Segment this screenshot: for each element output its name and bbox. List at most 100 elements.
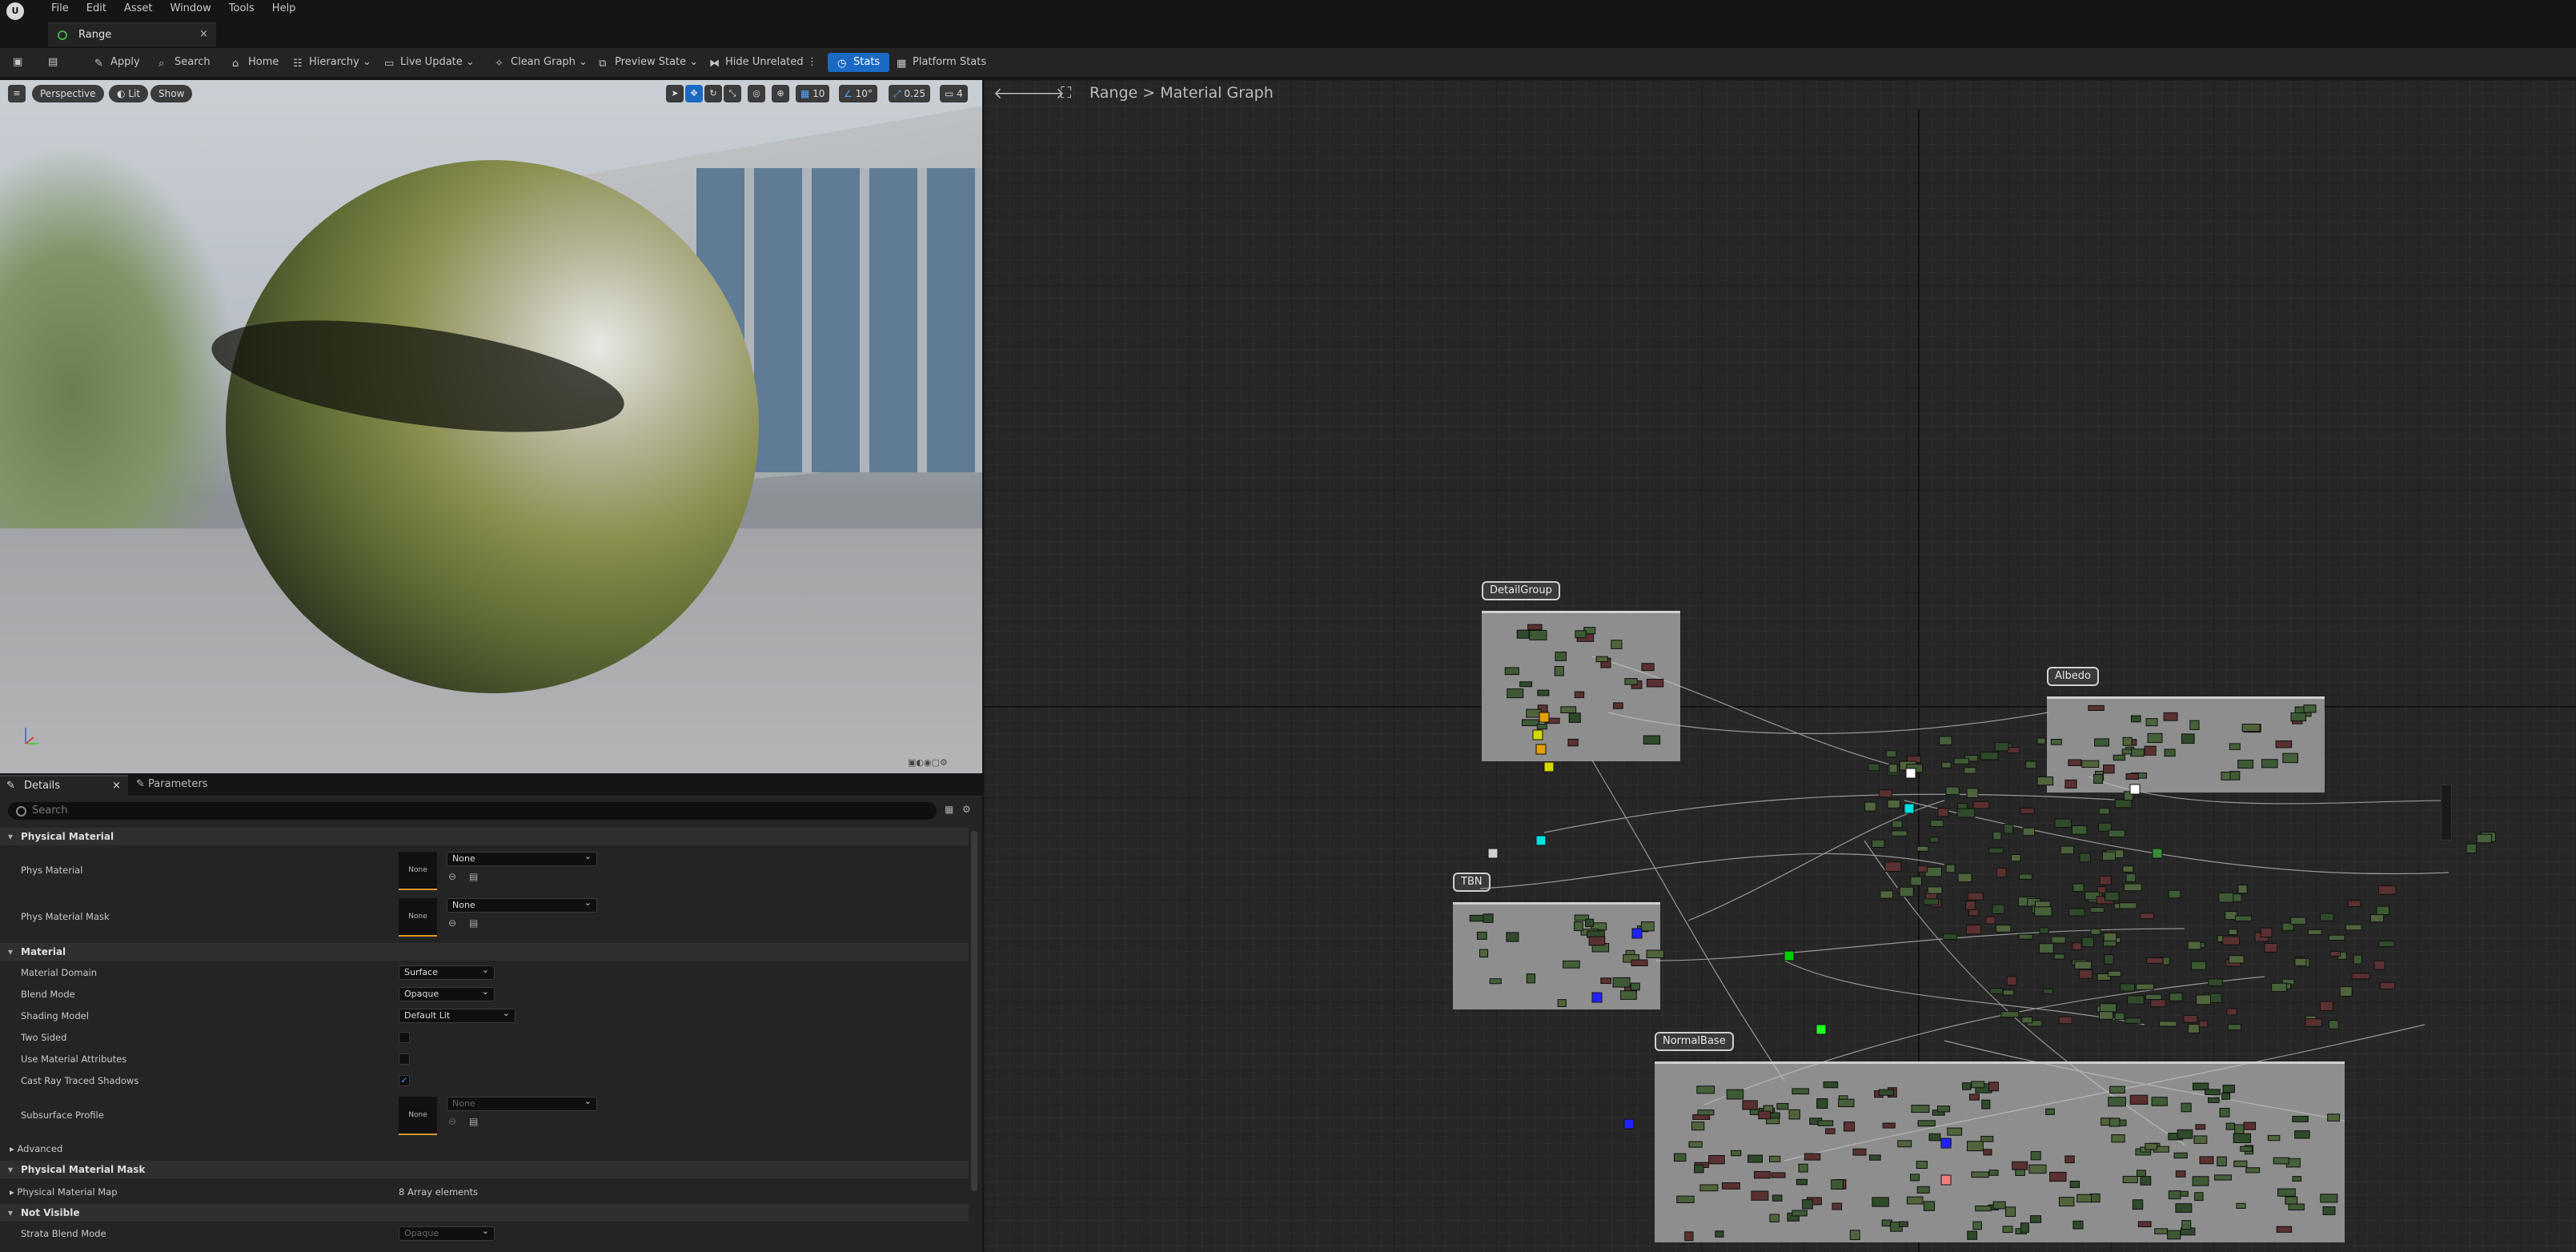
graph-node[interactable]: [1688, 1141, 1703, 1148]
graph-node[interactable]: [1721, 1182, 1740, 1190]
graph-node-accent[interactable]: [1591, 992, 1603, 1003]
graph-node[interactable]: [2320, 913, 2334, 921]
graph-node[interactable]: [2064, 779, 2077, 789]
graph-node[interactable]: [2111, 1134, 2125, 1143]
platform-stats-button[interactable]: ▦ Platform Stats: [897, 53, 986, 72]
material-graph-canvas[interactable]: 🡐 🡒 ⛶ Range > Material Graph DetailGroup…: [984, 80, 2576, 1252]
graph-node[interactable]: [1888, 764, 1898, 773]
graph-node[interactable]: [1758, 1110, 1772, 1120]
graph-node[interactable]: [2005, 1206, 2016, 1217]
home-button[interactable]: ⌂ Home: [232, 53, 279, 72]
graph-node-accent[interactable]: [1623, 1118, 1635, 1130]
graph-node[interactable]: [2098, 1011, 2113, 1020]
graph-node[interactable]: [1816, 1098, 1828, 1109]
graph-node[interactable]: [2181, 1102, 2192, 1113]
graph-node[interactable]: [2192, 1082, 2209, 1090]
graph-node[interactable]: [2194, 1192, 2204, 1202]
graph-node[interactable]: [1489, 978, 1502, 985]
graph-node[interactable]: [2163, 712, 2178, 721]
graph-node[interactable]: [1996, 925, 2012, 933]
graph-node[interactable]: [2039, 927, 2049, 934]
graph-node[interactable]: [2292, 1176, 2302, 1182]
graph-node[interactable]: [1849, 1230, 1860, 1241]
graph-node[interactable]: [2109, 1085, 2125, 1093]
hide-unrelated-button[interactable]: ⧓ Hide Unrelated: [709, 53, 804, 72]
graph-node[interactable]: [2187, 941, 2201, 950]
graph-node[interactable]: [1989, 988, 2004, 994]
graph-node[interactable]: [1962, 1082, 1972, 1090]
graph-node[interactable]: [2030, 1215, 2042, 1223]
graph-node[interactable]: [2189, 720, 2200, 730]
graph-node[interactable]: [1988, 1081, 1999, 1092]
graph-node[interactable]: [1694, 1164, 1704, 1174]
camera-speed-button[interactable]: ▭ 4: [940, 85, 968, 102]
graph-node[interactable]: [2218, 892, 2234, 903]
graph-node[interactable]: [2282, 752, 2298, 764]
graph-node[interactable]: [2136, 983, 2154, 990]
graph-node[interactable]: [1967, 1230, 1978, 1240]
graph-node-accent[interactable]: [1543, 761, 1555, 772]
graph-node[interactable]: [2042, 988, 2053, 994]
graph-node[interactable]: [2229, 743, 2241, 750]
graph-node[interactable]: [2292, 1115, 2309, 1122]
graph-node[interactable]: [2058, 1197, 2075, 1207]
graph-node[interactable]: [2081, 937, 2095, 948]
graph-node[interactable]: [2072, 942, 2082, 951]
graph-node[interactable]: [1864, 801, 1876, 812]
graph-node[interactable]: [2130, 715, 2141, 723]
graph-node[interactable]: [2240, 1146, 2253, 1152]
graph-node[interactable]: [2104, 954, 2114, 965]
graph-node[interactable]: [1802, 1199, 1813, 1210]
graph-node[interactable]: [1595, 656, 1608, 663]
graph-node[interactable]: [1772, 1194, 1783, 1202]
graph-node[interactable]: [2168, 1190, 2181, 1200]
graph-node[interactable]: [2140, 1176, 2152, 1186]
graph-node[interactable]: [1891, 830, 1908, 837]
graph-node[interactable]: [2113, 754, 2125, 761]
show-button[interactable]: Show: [150, 85, 193, 102]
graph-node[interactable]: [1939, 736, 1952, 745]
graph-node[interactable]: [1975, 1205, 1992, 1212]
graph-node[interactable]: [2219, 1107, 2230, 1118]
graph-node[interactable]: [2126, 995, 2145, 1005]
graph-node[interactable]: [1612, 977, 1631, 988]
graph-node[interactable]: [2145, 1142, 2157, 1150]
graph-node[interactable]: [2376, 905, 2389, 915]
graph-node[interactable]: [2124, 883, 2142, 892]
graph-node[interactable]: [2114, 799, 2133, 809]
section-advanced[interactable]: ▸ Advanced: [10, 1143, 62, 1154]
graph-node[interactable]: [2329, 950, 2341, 957]
graph-node[interactable]: [1563, 960, 1580, 969]
graph-node[interactable]: [2285, 1196, 2298, 1205]
live-update-dropdown[interactable]: ▭ Live Update ⌄: [384, 53, 475, 72]
graph-node[interactable]: [1868, 763, 1880, 772]
graph-node[interactable]: [1879, 789, 1893, 798]
stats-button[interactable]: ◷ Stats: [828, 53, 890, 72]
graph-node[interactable]: [2025, 760, 2037, 769]
graph-node[interactable]: [2236, 1202, 2246, 1209]
graph-node[interactable]: [1631, 959, 1648, 967]
graph-node[interactable]: [1796, 1178, 1808, 1186]
graph-node[interactable]: [2328, 1020, 2339, 1029]
graph-node[interactable]: [1911, 1105, 1930, 1114]
graph-node[interactable]: [1640, 921, 1655, 932]
graph-node[interactable]: [1527, 624, 1543, 631]
graph-node[interactable]: [1992, 831, 2002, 841]
graph-node[interactable]: [1697, 1110, 1715, 1116]
graph-node[interactable]: [1624, 678, 1638, 685]
rotation-snap-button[interactable]: ∠ 10°: [839, 85, 877, 102]
graph-node[interactable]: [1691, 1122, 1705, 1131]
graph-node[interactable]: [1996, 867, 2007, 878]
graph-node[interactable]: [2071, 825, 2088, 835]
graph-node[interactable]: [1742, 1100, 1758, 1110]
graph-node[interactable]: [2101, 851, 2117, 861]
graph-node[interactable]: [2378, 940, 2395, 948]
graph-node[interactable]: [2069, 1180, 2080, 1189]
graph-node[interactable]: [2036, 737, 2046, 744]
graph-node[interactable]: [2030, 1151, 2041, 1161]
section-not-visible[interactable]: Not Visible: [0, 1204, 969, 1222]
perspective-button[interactable]: Perspective: [32, 85, 104, 102]
graph-node[interactable]: [2099, 1003, 2117, 1013]
graph-node[interactable]: [2109, 1118, 2121, 1127]
graph-node-accent[interactable]: [1905, 768, 1916, 779]
